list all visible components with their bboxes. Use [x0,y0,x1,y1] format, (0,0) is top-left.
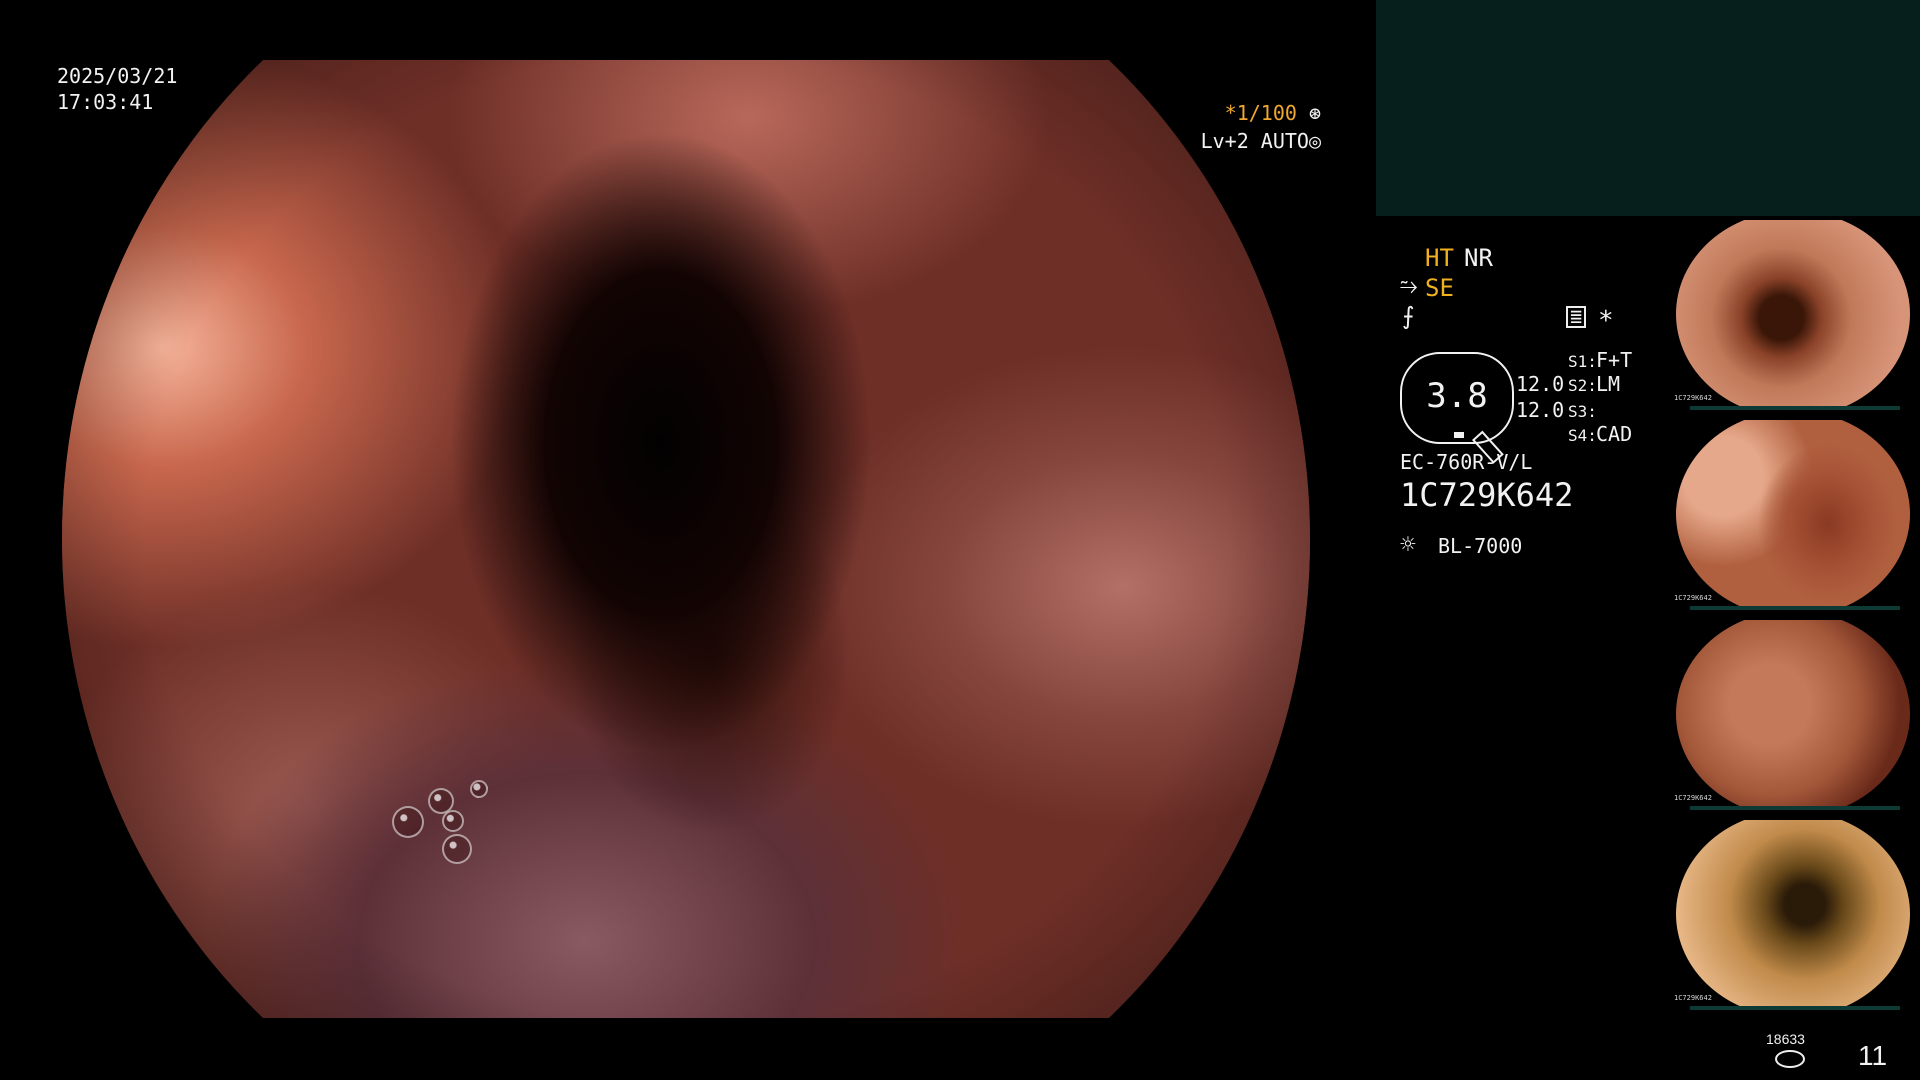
s3-key: S3: [1568,402,1597,421]
thumbnail-bar [1690,1006,1900,1010]
thumbnail-image [1676,820,1910,1008]
date-text: 2025/03/21 [57,64,178,88]
thumbnail[interactable]: 1C729K642 [1670,216,1920,412]
s1-key: S1: [1568,352,1597,371]
storage-disk-icon [1775,1050,1805,1068]
thumbnail-bar [1690,806,1900,810]
thumbnail-image [1676,420,1910,608]
zoom-gauge: 3.8 [1400,352,1514,464]
info-header-box [1376,0,1920,216]
scope-serial: 1C729K642 [1400,476,1574,514]
bubble [392,806,424,838]
gauge-value: 3.8 [1426,376,1488,416]
thumbnail[interactable]: 1C729K642 [1670,816,1920,1012]
time-text: 17:03:41 [57,90,154,114]
iris-icon: ⊛ [1308,101,1321,125]
s2-key: S2: [1568,376,1597,395]
exposure-overlay: *1/100 ⊛ Lv+2 AUTO◎ [1196,99,1321,155]
thumbnail-image [1676,220,1910,408]
value-1: 12.0 [1516,372,1565,396]
date-time-overlay: 2025/03/21 17:03:41 [57,63,177,115]
bubble [442,834,472,864]
thumbnail-bar [1690,406,1900,410]
s4-value: CAD [1596,422,1633,446]
record-icon: ≣ [1566,306,1586,328]
contrast-icon: ⨍ [1402,302,1415,330]
bubble [442,810,464,832]
s4-key: S4: [1568,426,1597,445]
s2-value: LM [1596,372,1621,396]
bubble [470,780,488,798]
shutter-speed: *1/100 [1224,101,1297,125]
value-2: 12.0 [1516,398,1565,422]
thumbnail-caption: 1C729K642 [1674,794,1712,802]
auto-icon: ◎ [1308,129,1321,153]
ht-label: HT [1425,244,1454,272]
structure-icon: ⥲ [1400,274,1418,299]
thumbnail-image [1676,620,1910,808]
capture-count: 11 [1858,1040,1888,1071]
thumbnail-caption: 1C729K642 [1674,394,1712,402]
nr-label: NR [1464,244,1493,272]
thumbnail-caption: 1C729K642 [1674,994,1712,1002]
light-source-icon: ☼ [1400,530,1416,560]
se-label: SE [1425,274,1454,302]
view-vignette [62,60,1310,1018]
s1-value: F+T [1596,348,1633,372]
thumbnail-bar [1690,606,1900,610]
thumbnail[interactable]: 1C729K642 [1670,416,1920,612]
level-text: Lv+2 AUTO [1200,129,1309,153]
thumbnail-caption: 1C729K642 [1674,594,1712,602]
light-source: BL-7000 [1438,534,1523,558]
asterisk-label: * [1598,306,1614,336]
thumbnail[interactable]: 1C729K642 [1670,616,1920,812]
gauge-marker [1454,432,1464,438]
scope-model: EC-760R-V/L [1400,450,1533,474]
storage-count: 18633 [1766,1031,1805,1047]
endoscope-view [62,60,1310,1018]
